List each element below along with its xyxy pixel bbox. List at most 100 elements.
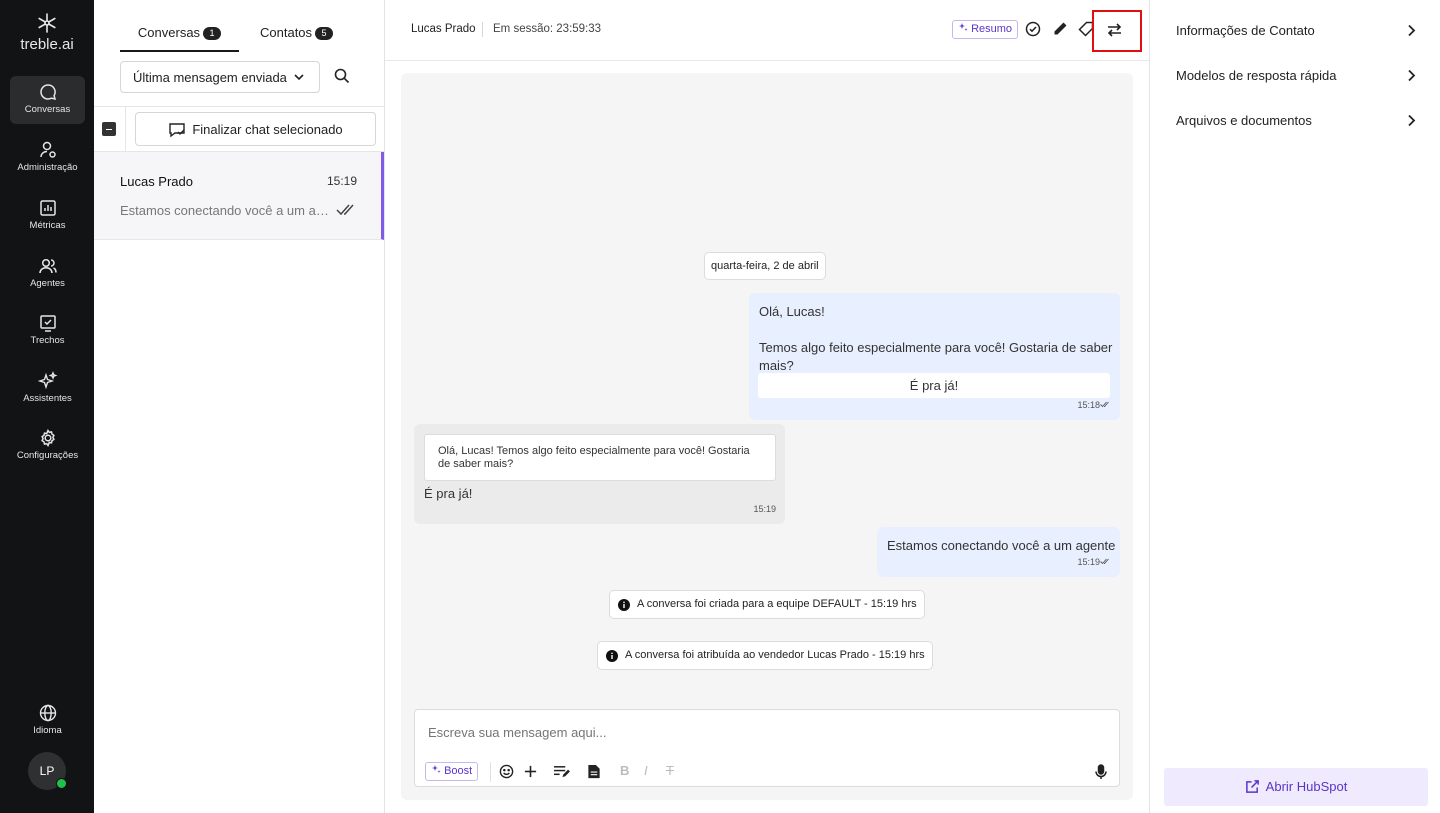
message-body: Estamos conectando você a um agente: [887, 538, 1116, 553]
chat-check-icon: [169, 123, 186, 138]
message-timestamp: 15:19: [1077, 557, 1110, 567]
panel-item-label: Informações de Contato: [1176, 23, 1315, 38]
count-badge: 5: [315, 27, 334, 40]
external-link-icon: [1245, 780, 1259, 793]
nav-item-trechos[interactable]: Trechos: [10, 307, 85, 355]
sparkles-icon: [37, 371, 57, 390]
nav-item-administracao[interactable]: Administração: [10, 134, 85, 182]
plus-icon[interactable]: [523, 764, 538, 779]
message-timestamp: 15:18: [1077, 400, 1110, 410]
session-timer: Em sessão: 23:59:33: [493, 23, 602, 35]
sort-select[interactable]: Última mensagem enviada: [120, 61, 320, 93]
contact-info-item[interactable]: Informações de Contato: [1176, 23, 1416, 38]
user-admin-icon: [39, 141, 56, 158]
info-icon: [618, 599, 630, 611]
conversation-contact-name: Lucas Prado: [120, 174, 193, 189]
bold-icon[interactable]: B: [620, 763, 629, 778]
select-all-checkbox[interactable]: [102, 122, 116, 136]
hubspot-label: Abrir HubSpot: [1265, 779, 1348, 794]
brand[interactable]: treble.ai: [0, 12, 94, 53]
chevron-right-icon: [1408, 24, 1416, 37]
user-avatar[interactable]: LP: [28, 752, 67, 790]
double-check-icon: [1100, 401, 1109, 408]
open-hubspot-button[interactable]: Abrir HubSpot: [1164, 768, 1428, 806]
nav-item-metricas[interactable]: Métricas: [10, 192, 85, 240]
tab-contatos[interactable]: Contatos 5: [260, 18, 334, 52]
nav-item-agentes[interactable]: Agentes: [10, 250, 85, 298]
checkbox-icon: [39, 315, 56, 332]
sparkles-icon: [432, 765, 441, 773]
double-check-icon: [1100, 558, 1109, 565]
quick-reply-button[interactable]: É pra já!: [758, 373, 1110, 398]
quick-reply-templates-item[interactable]: Modelos de resposta rápida: [1176, 68, 1416, 83]
nav-label: Administração: [17, 162, 78, 173]
message-list: quarta-feira, 2 de abril Olá, Lucas! Tem…: [401, 73, 1133, 800]
divider: [482, 22, 483, 37]
nav-label: Trechos: [30, 335, 65, 346]
highlight-box: [1092, 10, 1142, 52]
users-icon: [38, 258, 57, 274]
nav-item-configuracoes[interactable]: Configurações: [10, 422, 85, 470]
nav-item-conversas[interactable]: Conversas: [10, 76, 85, 124]
system-notice-text: A conversa foi criada para a equipe DEFA…: [637, 598, 917, 610]
bar-chart-icon: [39, 200, 56, 216]
emoji-icon[interactable]: [499, 764, 514, 779]
resumo-button[interactable]: Resumo: [952, 20, 1019, 39]
message-timestamp: 15:19: [753, 504, 776, 514]
avatar-initials: LP: [39, 764, 55, 778]
message-body: É pra já!: [424, 486, 473, 501]
nav-label: Idioma: [33, 725, 62, 736]
timestamp-text: 15:18: [1077, 400, 1100, 410]
message-input[interactable]: [428, 725, 1088, 740]
document-icon[interactable]: [587, 764, 601, 779]
chevron-down-icon: [294, 74, 304, 81]
globe-icon: [39, 704, 56, 722]
files-documents-item[interactable]: Arquivos e documentos: [1176, 113, 1416, 128]
gear-icon: [40, 428, 55, 448]
conversation-tabs: Conversas 1 Contatos 5: [120, 18, 364, 52]
nav-label: Configurações: [16, 450, 79, 461]
divider: [490, 762, 491, 782]
message-composer: Boost B I T: [414, 709, 1120, 787]
quick-text-icon[interactable]: [553, 764, 570, 779]
system-notice-text: A conversa foi atribuída ao vendedor Luc…: [625, 649, 925, 661]
microphone-icon[interactable]: [1095, 764, 1107, 780]
tab-conversas[interactable]: Conversas 1: [120, 18, 239, 52]
date-divider: quarta-feira, 2 de abril: [704, 252, 826, 280]
nav-item-assistentes[interactable]: Assistentes: [10, 365, 85, 413]
finalize-selected-chat-button[interactable]: Finalizar chat selecionado: [135, 112, 376, 146]
divider: [125, 107, 126, 151]
left-nav: treble.ai Conversas Administração Métric…: [0, 0, 94, 813]
timestamp-text: 15:19: [1077, 557, 1100, 567]
tab-label: Conversas: [137, 25, 201, 40]
boost-label: Boost: [444, 765, 473, 777]
bulk-actions-row: Finalizar chat selecionado: [94, 106, 384, 152]
pencil-icon[interactable]: [1052, 21, 1068, 37]
panel-item-label: Arquivos e documentos: [1176, 113, 1312, 128]
incoming-message: Olá, Lucas! Temos algo feito especialmen…: [414, 424, 785, 524]
nav-label: Agentes: [30, 278, 65, 289]
message-greeting: Olá, Lucas!: [759, 304, 825, 319]
italic-icon[interactable]: I: [644, 763, 648, 778]
check-circle-icon[interactable]: [1025, 21, 1041, 37]
info-icon: [606, 650, 618, 662]
conversation-item[interactable]: Lucas Prado 15:19 Estamos conectando voc…: [94, 152, 384, 240]
contact-side-panel: Informações de Contato Modelos de respos…: [1149, 0, 1440, 813]
chat-header: Lucas Prado Em sessão: 23:59:33 Resumo: [385, 0, 1149, 61]
panel-item-label: Modelos de resposta rápida: [1176, 68, 1337, 83]
boost-button[interactable]: Boost: [425, 762, 479, 781]
chat-contact-name: Lucas Prado: [411, 23, 476, 35]
sparkles-icon: [959, 23, 968, 31]
conversation-time: 15:19: [326, 174, 357, 188]
outgoing-message: Estamos conectando você a um agente 15:1…: [877, 527, 1120, 577]
quoted-message: Olá, Lucas! Temos algo feito especialmen…: [424, 434, 776, 481]
finalize-label: Finalizar chat selecionado: [192, 122, 343, 137]
system-notice: A conversa foi criada para a equipe DEFA…: [609, 590, 925, 619]
nav-label: Assistentes: [23, 393, 72, 404]
online-status-dot: [56, 778, 67, 789]
nav-item-idioma[interactable]: Idioma: [10, 697, 85, 745]
strikethrough-icon[interactable]: T: [666, 763, 674, 778]
search-icon[interactable]: [334, 68, 350, 84]
chat-bubble-icon: [39, 84, 56, 100]
resumo-label: Resumo: [971, 23, 1013, 35]
